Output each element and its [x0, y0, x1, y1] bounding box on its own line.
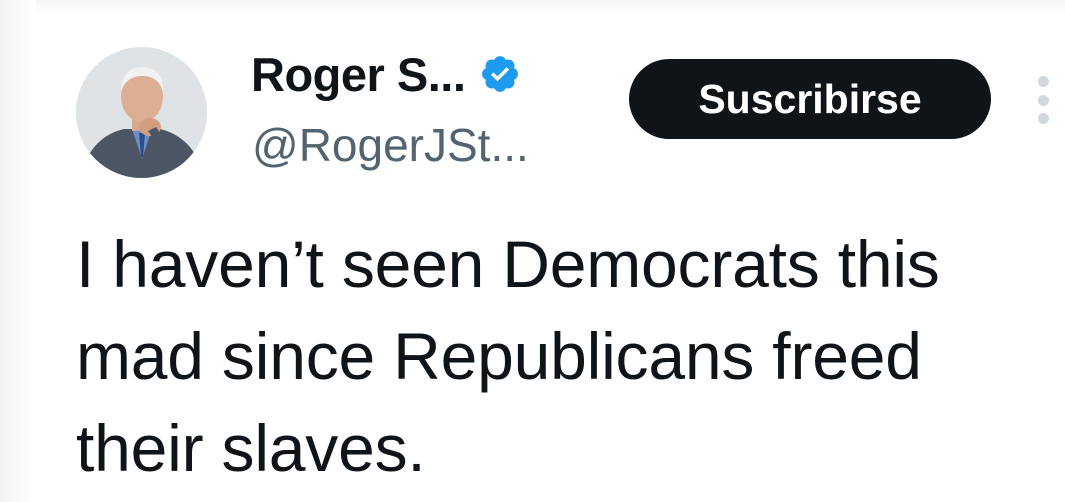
- more-dot: [1037, 113, 1049, 124]
- verified-badge-icon[interactable]: [479, 53, 521, 95]
- background-edge-top: [0, 0, 1065, 14]
- author-display-name[interactable]: Roger S...: [251, 47, 466, 102]
- avatar-photo: [76, 47, 207, 178]
- more-dot: [1037, 94, 1049, 106]
- subscribe-button[interactable]: Suscribirse: [629, 59, 991, 139]
- avatar[interactable]: [76, 47, 207, 178]
- author-name-row: Roger S...: [251, 46, 521, 102]
- author-handle[interactable]: @RogerJSt...: [252, 118, 529, 172]
- background-edge-left: [0, 0, 36, 502]
- more-vertical-icon[interactable]: [1032, 76, 1054, 124]
- tweet-text: I haven’t seen Democrats this mad since …: [76, 227, 940, 485]
- more-dot: [1037, 76, 1049, 87]
